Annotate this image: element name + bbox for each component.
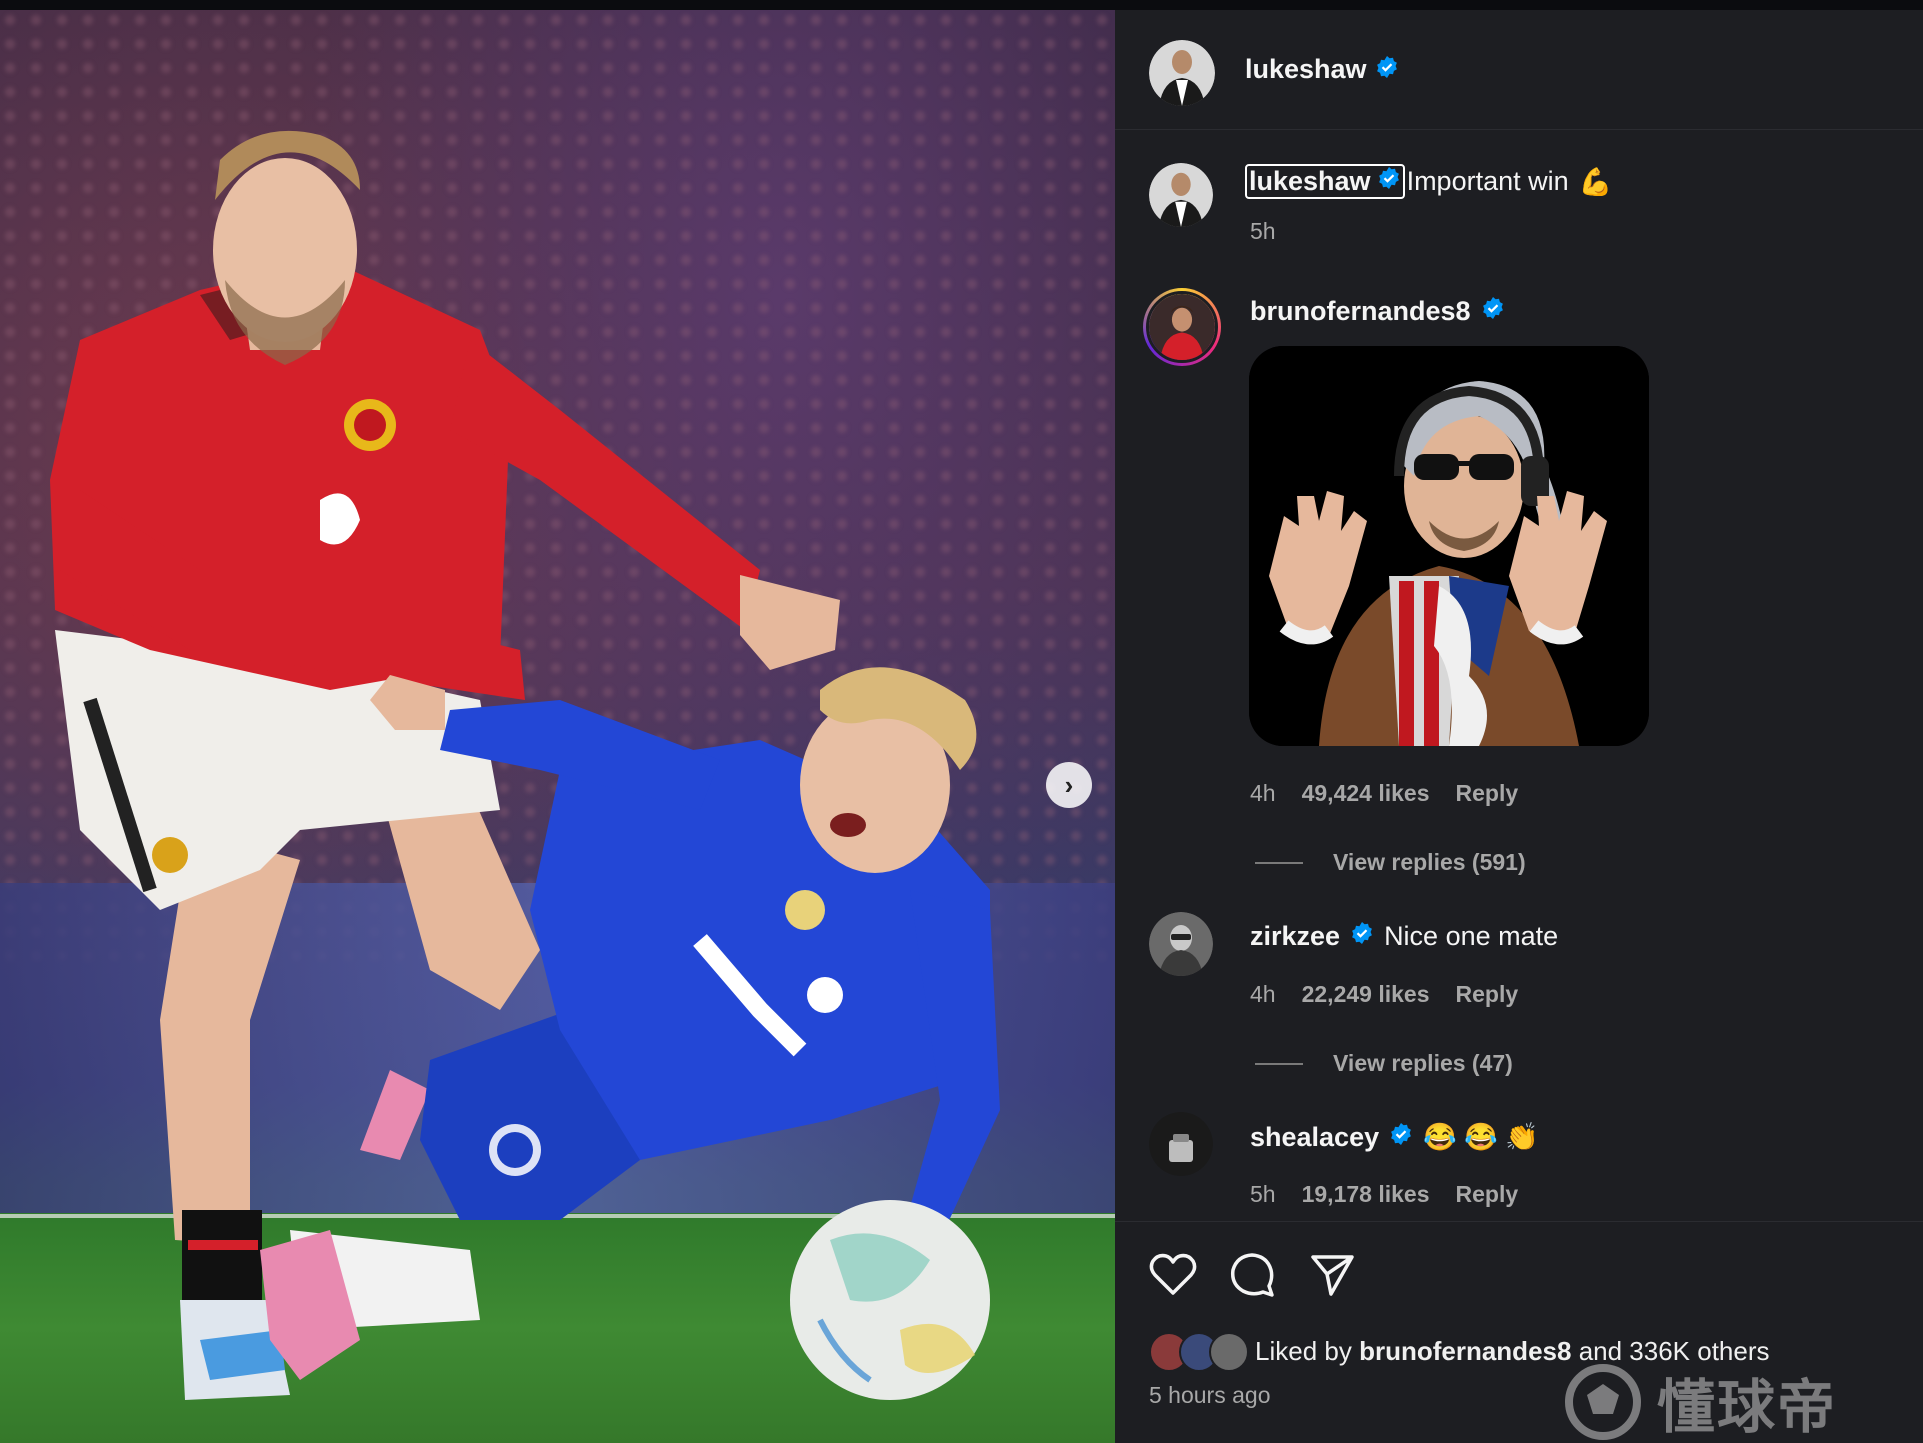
author-avatar[interactable] xyxy=(1149,40,1215,106)
comment-icon[interactable] xyxy=(1229,1252,1275,1303)
caption-avatar[interactable] xyxy=(1149,163,1213,227)
comment-likes[interactable]: 19,178 likes xyxy=(1302,1181,1430,1208)
comment-username[interactable]: brunofernandes8 xyxy=(1250,296,1471,327)
send-icon[interactable] xyxy=(1309,1252,1355,1303)
verified-badge-icon xyxy=(1389,1122,1413,1153)
post-header: lukeshaw xyxy=(1115,10,1923,130)
post-photo[interactable]: › xyxy=(0,10,1115,1443)
players-illustration xyxy=(50,130,1000,1400)
post-time-ago: 5 hours ago xyxy=(1149,1382,1271,1408)
comment-text: Nice one mate xyxy=(1384,921,1559,951)
caption-time: 5h xyxy=(1250,218,1276,244)
comment-avatar-shealacey[interactable] xyxy=(1149,1112,1213,1176)
verified-badge-icon xyxy=(1350,921,1374,952)
comment-time: 4h xyxy=(1250,981,1276,1007)
caption-meta: 5h xyxy=(1250,218,1276,245)
comment-avatar-zirkzee[interactable] xyxy=(1149,912,1213,976)
comment-username[interactable]: shealacey xyxy=(1250,1122,1379,1153)
comment-text: 😂 😂 👏 xyxy=(1423,1122,1539,1152)
watermark-logo-icon xyxy=(1565,1364,1641,1440)
watermark-text: 懂球帝 xyxy=(1657,1375,1838,1440)
verified-badge-icon xyxy=(1481,296,1505,327)
comment-meta-shealacey: 5h 19,178 likes Reply xyxy=(1250,1181,1518,1208)
comment-header-zirkzee: zirkzee Nice one mate xyxy=(1250,921,1558,952)
comment-gif[interactable] xyxy=(1249,346,1649,746)
caption-user-highlight[interactable]: lukeshaw xyxy=(1245,164,1405,199)
comment-likes[interactable]: 22,249 likes xyxy=(1302,981,1430,1008)
view-replies-label[interactable]: View replies (591) xyxy=(1333,849,1526,876)
reply-button[interactable]: Reply xyxy=(1456,1181,1519,1208)
post-panel: lukeshaw lukeshaw Important win 💪 5h bru… xyxy=(1115,10,1923,1443)
reply-button[interactable]: Reply xyxy=(1456,981,1519,1008)
ball xyxy=(790,1200,990,1400)
liked-avatar xyxy=(1209,1332,1249,1372)
comment-time: 4h xyxy=(1250,780,1276,806)
watermark: 懂球帝 xyxy=(1563,1360,1837,1443)
chevron-right-icon: › xyxy=(1064,769,1074,800)
comment-username[interactable]: zirkzee xyxy=(1250,921,1340,952)
view-replies-label[interactable]: View replies (47) xyxy=(1333,1050,1513,1077)
caption-username[interactable]: lukeshaw xyxy=(1249,166,1371,197)
top-strip xyxy=(0,0,1923,10)
next-image-button[interactable]: › xyxy=(1046,762,1092,808)
comment-time: 5h xyxy=(1250,1181,1276,1207)
verified-badge-icon xyxy=(1375,55,1399,84)
heart-icon[interactable] xyxy=(1149,1252,1197,1301)
view-replies-brunofernandes8[interactable]: View replies (591) xyxy=(1255,849,1526,876)
view-replies-zirkzee[interactable]: View replies (47) xyxy=(1255,1050,1513,1077)
replies-dash xyxy=(1255,861,1303,864)
reply-button[interactable]: Reply xyxy=(1456,780,1519,807)
author-username[interactable]: lukeshaw xyxy=(1245,54,1367,85)
comment-header-brunofernandes8: brunofernandes8 xyxy=(1250,296,1505,327)
replies-dash xyxy=(1255,1062,1303,1065)
comment-avatar-brunofernandes8[interactable] xyxy=(1143,288,1221,366)
comment-meta-brunofernandes8: 4h 49,424 likes Reply xyxy=(1250,780,1518,807)
caption-text: Important win xyxy=(1406,166,1569,196)
verified-badge-icon xyxy=(1377,166,1401,197)
liked-by-user[interactable]: brunofernandes8 xyxy=(1359,1336,1571,1366)
comment-likes[interactable]: 49,424 likes xyxy=(1302,780,1430,807)
caption-emoji: 💪 xyxy=(1578,166,1613,197)
liked-by-prefix: Liked by xyxy=(1255,1336,1352,1366)
comment-meta-zirkzee: 4h 22,249 likes Reply xyxy=(1250,981,1518,1008)
comment-header-shealacey: shealacey 😂 😂 👏 xyxy=(1250,1121,1539,1153)
liked-by-avatars[interactable] xyxy=(1149,1332,1249,1376)
caption-row: lukeshaw Important win 💪 xyxy=(1245,164,1612,199)
